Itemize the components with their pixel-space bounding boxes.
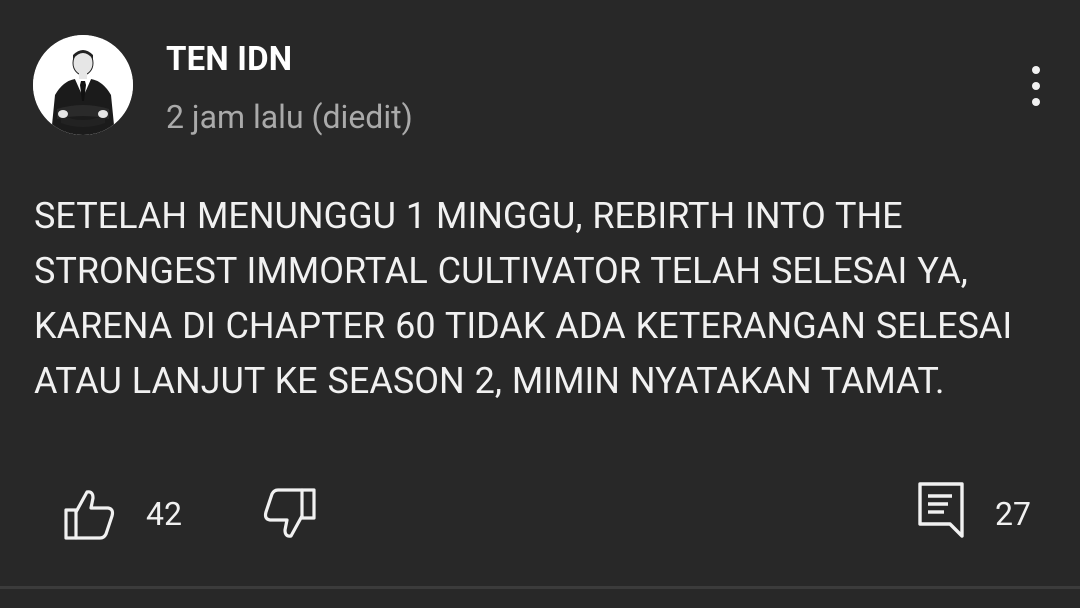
comment-timestamp: 2 jam lalu (diedit) [166, 98, 413, 136]
next-comment-area [0, 589, 1080, 608]
like-button[interactable] [60, 486, 120, 542]
comment-actions: 42 27 [0, 480, 1080, 550]
thumbs-down-icon [263, 488, 316, 538]
reply-count: 27 [995, 495, 1031, 533]
more-options-button[interactable] [1010, 58, 1062, 114]
reply-button[interactable] [914, 480, 970, 542]
comment-text: SETELAH MENUNGGU 1 MINGGU, REBIRTH INTO … [34, 195, 1013, 402]
more-vertical-icon-dot [1032, 82, 1040, 90]
more-vertical-icon-dot [1032, 98, 1040, 106]
like-count: 42 [146, 495, 182, 533]
comment-author[interactable]: TEN IDN [166, 40, 292, 80]
dislike-button[interactable] [258, 486, 320, 542]
avatar[interactable] [33, 35, 133, 135]
more-vertical-icon [1032, 66, 1040, 74]
comment-card: TEN IDN 2 jam lalu (diedit) SETELAH MENU… [0, 0, 1080, 586]
thumbs-up-icon [64, 490, 115, 540]
avatar-image [33, 35, 133, 135]
comment-reply-icon [918, 482, 964, 538]
